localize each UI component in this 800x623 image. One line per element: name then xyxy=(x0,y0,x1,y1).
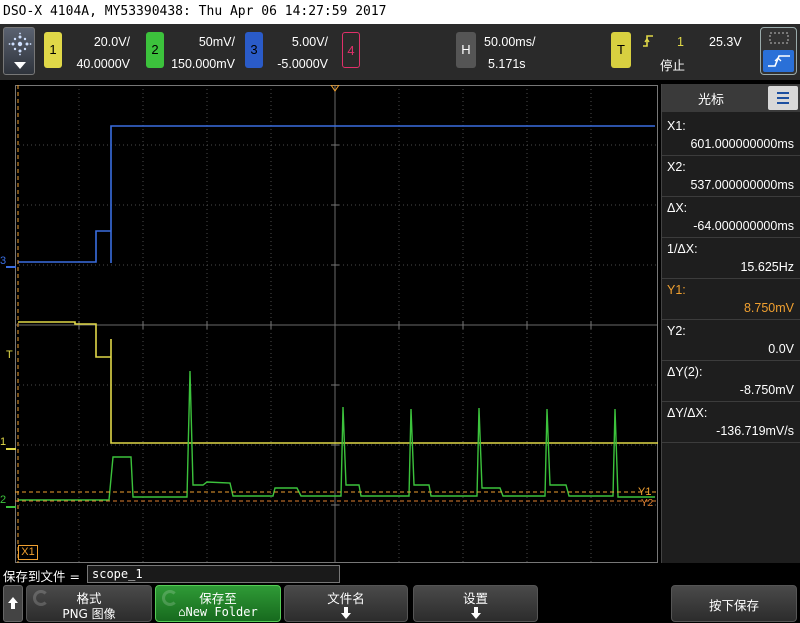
cursor-x1-tag[interactable]: X1 xyxy=(18,545,38,560)
filename-field[interactable]: scope_1 xyxy=(87,565,340,583)
channel-1-scale: 20.0V/ xyxy=(93,35,130,49)
channel-1-offset: 40.0000V xyxy=(76,57,130,71)
trigger-level: 25.3V xyxy=(709,35,742,49)
channel-2-offset: 150.000mV xyxy=(171,57,235,71)
channel-3-scale: 5.00V/ xyxy=(291,35,328,49)
cursor-row-x1[interactable]: X1: 601.000000000ms xyxy=(662,116,800,156)
cursor-row-delta-y: ΔY(2): -8.750mV xyxy=(662,362,800,402)
menu-icon[interactable] xyxy=(768,86,798,110)
trigger-source: 1 xyxy=(677,35,684,49)
ground-icon xyxy=(6,266,16,268)
window-title: DSO-X 4104A, MY53390438: Thu Apr 06 14:2… xyxy=(0,0,800,24)
cursor-row-y1[interactable]: Y1: 8.750mV xyxy=(662,280,800,320)
cursor-panel-header: 光标 xyxy=(662,84,800,112)
format-softkey[interactable]: 格式 PNG 图像 xyxy=(26,585,152,622)
top-control-strip: 1 20.0V/ 40.0000V 2 50mV/ 150.000mV 3 5.… xyxy=(0,24,800,80)
save-to-file-label: 保存到文件 = xyxy=(3,569,80,584)
trigger-badge[interactable]: T xyxy=(611,32,631,68)
back-button[interactable] xyxy=(3,585,23,622)
channel-3-badge[interactable]: 3 xyxy=(245,32,263,68)
channel-2-badge[interactable]: 2 xyxy=(146,32,164,68)
waveform-display[interactable] xyxy=(15,85,658,563)
channel-1-badge[interactable]: 1 xyxy=(44,32,62,68)
ground-icon xyxy=(6,448,16,450)
channel-4-badge[interactable]: 4 xyxy=(342,32,360,68)
cursor-panel: 光标 X1: 601.000000000ms X2: 537.000000000… xyxy=(661,84,800,563)
agilent-logo-icon xyxy=(8,32,32,56)
channel-2-scale: 50mV/ xyxy=(198,35,235,49)
graticule xyxy=(15,85,658,563)
filename-softkey[interactable]: 文件名 xyxy=(284,585,408,622)
timebase-value: 50.00ms/ xyxy=(484,35,536,49)
cursor-row-inv-delta-x: 1/ΔX: 15.625Hz xyxy=(662,239,800,279)
run-status: 停止 xyxy=(660,58,686,73)
press-to-save-softkey[interactable]: 按下保存 xyxy=(671,585,797,622)
arrow-down-icon xyxy=(470,607,481,619)
softkey-bar: 保存到文件 = scope_1 格式 PNG 图像 保存至 ⌂New Folde… xyxy=(0,563,800,623)
rising-edge-icon xyxy=(643,35,653,47)
cursor-y2-tag[interactable]: Y2 xyxy=(641,497,659,510)
rising-edge-icon xyxy=(768,55,790,67)
cursor-row-delta-y-over-delta-x: ΔY/ΔX: -136.719mV/s xyxy=(662,403,800,443)
arrow-down-icon xyxy=(341,607,351,619)
cursor-row-y2[interactable]: Y2: 0.0V xyxy=(662,321,800,361)
main-menu-button[interactable] xyxy=(3,27,35,75)
dashed-box-icon xyxy=(769,32,789,44)
trigger-mode-button[interactable] xyxy=(760,27,797,75)
settings-softkey[interactable]: 设置 xyxy=(413,585,538,622)
channel-3-offset: -5.0000V xyxy=(277,57,328,71)
chevron-down-icon xyxy=(14,62,26,69)
horizontal-badge[interactable]: H xyxy=(456,32,476,68)
cursor-row-x2[interactable]: X2: 537.000000000ms xyxy=(662,157,800,197)
save-to-softkey[interactable]: 保存至 ⌂New Folder xyxy=(155,585,281,622)
ground-icon xyxy=(6,506,16,508)
cursor-panel-title: 光标 xyxy=(698,93,725,108)
cursor-row-delta-x: ΔX: -64.000000000ms xyxy=(662,198,800,238)
trigger-level-marker[interactable]: T xyxy=(6,349,13,361)
channel-2-ground-marker[interactable]: 2 xyxy=(0,494,6,506)
horizontal-position: 5.171s xyxy=(488,57,526,71)
arrow-up-icon xyxy=(8,597,18,609)
channel-1-ground-marker[interactable]: 1 xyxy=(0,436,6,448)
